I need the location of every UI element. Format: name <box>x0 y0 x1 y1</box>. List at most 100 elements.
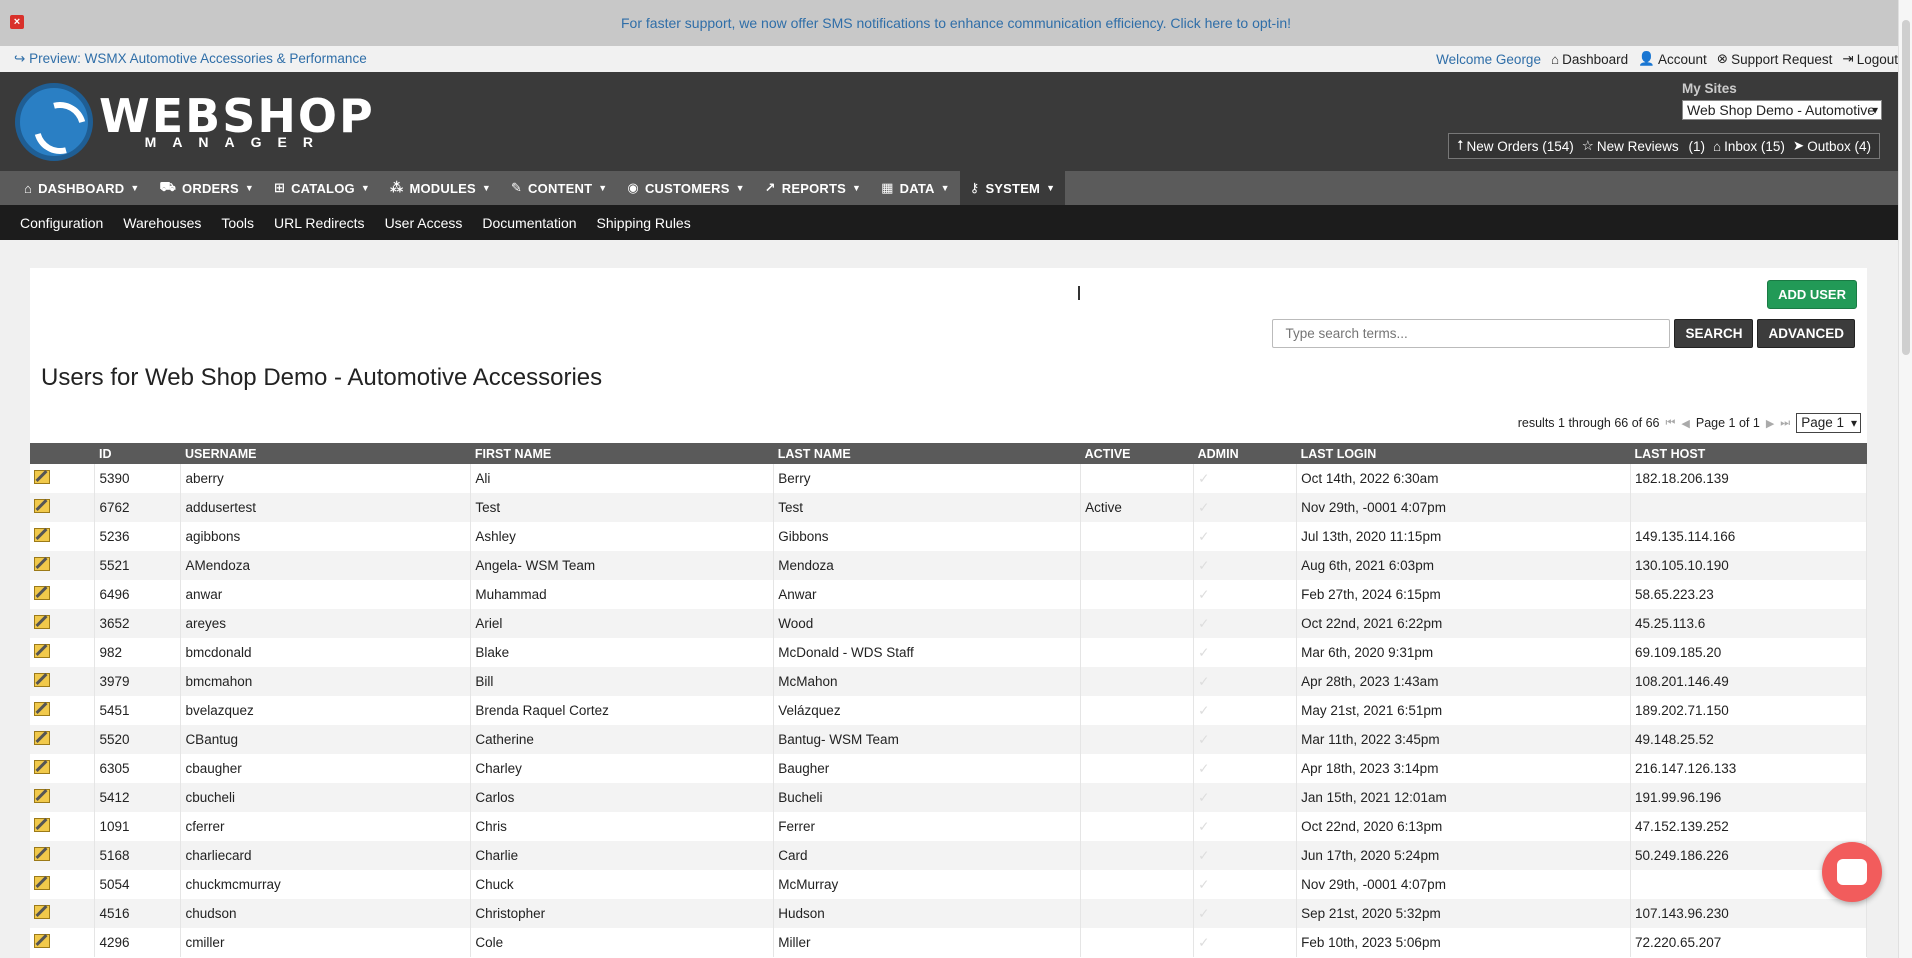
my-sites-select[interactable]: Web Shop Demo - Automotive <box>1682 100 1882 120</box>
next-page-icon[interactable]: ▶ <box>1766 417 1774 430</box>
table-row[interactable]: 3652 areyes Ariel Wood ✓ Oct 22nd, 2021 6:22p… <box>30 609 1868 638</box>
nav-dashboard[interactable]: ⌂ DASHBOARD ▼ <box>14 171 149 205</box>
close-banner-icon[interactable]: × <box>10 15 24 29</box>
col-id[interactable]: ID <box>94 443 181 464</box>
nav-orders[interactable]: ⛟ ORDERS ▼ <box>149 171 264 205</box>
edit-icon[interactable] <box>34 470 50 484</box>
nav-customers[interactable]: ◉ CUSTOMERS ▼ <box>617 171 754 205</box>
edit-icon[interactable] <box>34 528 50 542</box>
edit-icon[interactable] <box>34 789 50 803</box>
edit-icon[interactable] <box>34 818 50 832</box>
col-last-name[interactable]: LAST NAME <box>773 443 1081 464</box>
subnav-documentation[interactable]: Documentation <box>482 215 576 231</box>
cell-last-host: 47.152.139.252 <box>1630 812 1868 841</box>
col-active[interactable]: ACTIVE <box>1080 443 1194 464</box>
subnav-url-redirects[interactable]: URL Redirects <box>274 215 365 231</box>
sms-banner[interactable]: × For faster support, we now offer SMS n… <box>0 0 1912 46</box>
webshop-manager-logo[interactable]: WEBSHOP MANAGER <box>15 83 375 161</box>
nav-reports[interactable]: ↗ REPORTS ▼ <box>755 171 871 205</box>
table-row[interactable]: 6496 anwar Muhammad Anwar ✓ Feb 27th, 2024 6:… <box>30 580 1868 609</box>
edit-icon[interactable] <box>34 644 50 658</box>
edit-icon[interactable] <box>34 499 50 513</box>
col-last-login[interactable]: LAST LOGIN <box>1296 443 1631 464</box>
edit-icon[interactable] <box>34 876 50 890</box>
chat-button[interactable] <box>1822 842 1882 902</box>
dashboard-link[interactable]: ⌂ Dashboard <box>1551 52 1628 67</box>
table-row[interactable]: 5412 cbucheli Carlos Bucheli ✓ Jan 15th, 2021… <box>30 783 1868 812</box>
table-row[interactable]: 4516 chudson Christopher Hudson ✓ Sep 21st, 2… <box>30 899 1868 928</box>
nav-modules[interactable]: ⁂ MODULES ▼ <box>380 171 501 205</box>
logout-link[interactable]: ⇥ Logout <box>1842 51 1898 67</box>
search-button[interactable]: SEARCH <box>1674 319 1754 348</box>
edit-icon[interactable] <box>34 934 50 948</box>
key-icon: ⚷ <box>969 180 980 195</box>
cell-id: 4296 <box>94 928 182 957</box>
table-row[interactable]: 5054 chuckmcmurray Chuck McMurray ✓ Nov 29th,… <box>30 870 1868 899</box>
table-row[interactable]: 6762 addusertest Test Test Active ✓ Nov 29th, … <box>30 493 1868 522</box>
cell-active <box>1080 638 1195 667</box>
table-row[interactable]: 1091 cferrer Chris Ferrer ✓ Oct 22nd, 2020 6:… <box>30 812 1868 841</box>
edit-icon[interactable] <box>34 731 50 745</box>
inbox-link[interactable]: ⌂ Inbox (15) <box>1713 139 1785 154</box>
edit-icon[interactable] <box>34 615 50 629</box>
banner-text[interactable]: For faster support, we now offer SMS not… <box>621 15 1291 31</box>
edit-icon[interactable] <box>34 586 50 600</box>
add-user-button[interactable]: ADD USER <box>1767 280 1857 309</box>
subnav-shipping-rules[interactable]: Shipping Rules <box>597 215 691 231</box>
table-row[interactable]: 3979 bmcmahon Bill McMahon ✓ Apr 28th, 2023 1… <box>30 667 1868 696</box>
cell-username: areyes <box>180 609 472 638</box>
first-page-icon[interactable]: ⏮ <box>1666 417 1676 430</box>
cell-last-name: Test <box>773 493 1082 522</box>
edit-icon[interactable] <box>34 905 50 919</box>
prev-page-icon[interactable]: ◀ <box>1681 417 1689 430</box>
scrollbar-thumb[interactable] <box>1902 20 1910 355</box>
support-request-link[interactable]: ⊗ Support Request <box>1717 51 1833 67</box>
nav-content[interactable]: ✎ CONTENT ▼ <box>501 171 617 205</box>
nav-content-label: CONTENT <box>528 180 593 196</box>
advanced-search-button[interactable]: ADVANCED <box>1757 319 1855 348</box>
outbox-link[interactable]: ➤ Outbox (4) <box>1793 138 1871 154</box>
last-page-icon[interactable]: ⏭ <box>1780 417 1790 430</box>
table-row[interactable]: 982 bmcdonald Blake McDonald - WDS Staff ✓ Ma… <box>30 638 1868 667</box>
cell-last-host: 216.147.126.133 <box>1630 754 1868 783</box>
table-row[interactable]: 5236 agibbons Ashley Gibbons ✓ Jul 13th, 2020… <box>30 522 1868 551</box>
subnav-warehouses[interactable]: Warehouses <box>123 215 201 231</box>
page-scrollbar[interactable] <box>1898 0 1912 958</box>
cell-username: AMendoza <box>180 551 472 580</box>
cell-last-name: Anwar <box>773 580 1082 609</box>
edit-cell <box>30 638 96 667</box>
table-row[interactable]: 5451 bvelazquez Brenda Raquel Cortez Velázq… <box>30 696 1868 725</box>
nav-data[interactable]: ▦ DATA ▼ <box>871 171 960 205</box>
nav-catalog[interactable]: ⊞ CATALOG ▼ <box>264 171 380 205</box>
table-row[interactable]: 5520 CBantug Catherine Bantug- WSM Team ✓ Mar… <box>30 725 1868 754</box>
cell-admin: ✓ <box>1193 870 1298 899</box>
edit-icon[interactable] <box>34 760 50 774</box>
edit-icon[interactable] <box>34 702 50 716</box>
account-link[interactable]: 👤 Account <box>1638 51 1707 67</box>
subnav-configuration[interactable]: Configuration <box>20 215 103 231</box>
new-reviews-link[interactable]: ☆ New Reviews (1) <box>1582 138 1705 154</box>
table-row[interactable]: 5168 charliecard Charlie Card ✓ Jun 17th, 202… <box>30 841 1868 870</box>
col-first-name[interactable]: FIRST NAME <box>470 443 774 464</box>
col-last-host[interactable]: LAST HOST <box>1630 443 1867 464</box>
header: WEBSHOP MANAGER My Sites Web Shop Demo -… <box>0 72 1912 171</box>
col-admin[interactable]: ADMIN <box>1193 443 1297 464</box>
edit-icon[interactable] <box>34 847 50 861</box>
col-username[interactable]: USERNAME <box>180 443 471 464</box>
search-input[interactable] <box>1272 319 1671 348</box>
subnav-tools[interactable]: Tools <box>221 215 254 231</box>
table-row[interactable]: 5390 aberry Ali Berry ✓ Oct 14th, 2022 6:30am… <box>30 464 1868 493</box>
preview-link[interactable]: ↪ Preview: WSMX Automotive Accessories &… <box>14 51 367 67</box>
page-select[interactable]: Page 1 <box>1796 413 1861 433</box>
table-row[interactable]: 5521 AMendoza Angela- WSM Team Mendoza ✓ Aug … <box>30 551 1868 580</box>
subnav-user-access[interactable]: User Access <box>385 215 463 231</box>
edit-icon[interactable] <box>34 557 50 571</box>
new-orders-link[interactable]: ⭡ New Orders (154) <box>1457 138 1574 154</box>
nav-system[interactable]: ⚷ SYSTEM ▼ <box>959 171 1066 205</box>
table-row[interactable]: 6305 cbaugher Charley Baugher ✓ Apr 18th, 202… <box>30 754 1868 783</box>
cell-last-login: Nov 29th, -0001 4:07pm <box>1296 493 1631 522</box>
edit-icon[interactable] <box>34 673 50 687</box>
nav-system-label: SYSTEM <box>985 180 1041 196</box>
nav-customers-label: CUSTOMERS <box>644 180 730 196</box>
table-row[interactable]: 4296 cmiller Cole Miller ✓ Feb 10th, 2023 5:0… <box>30 928 1868 957</box>
